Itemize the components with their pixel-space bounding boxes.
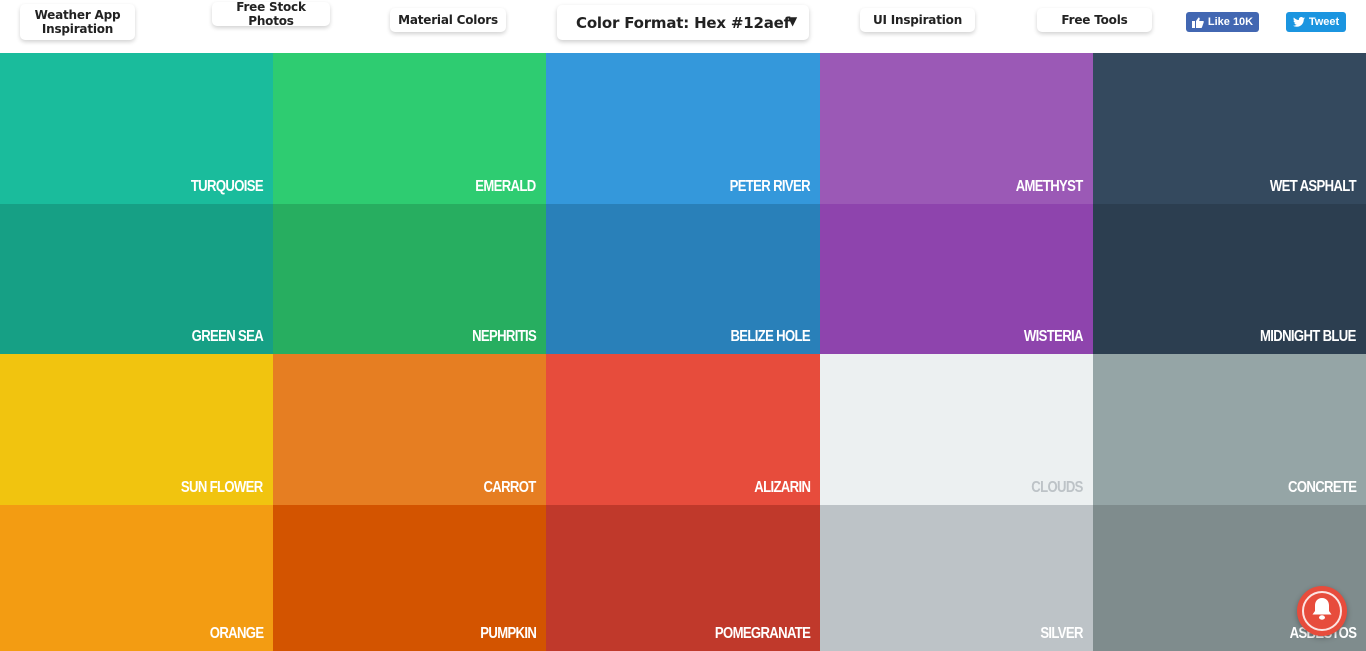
color-tile-pomegranate[interactable]: POMEGRANATE <box>546 505 820 651</box>
free-tools-button[interactable]: Free Tools <box>1037 8 1152 32</box>
color-name-label: PETER RIVER <box>729 178 811 195</box>
tweet-button[interactable]: Tweet <box>1286 12 1346 32</box>
color-name-label: TURQUOISE <box>190 178 264 195</box>
notification-bell-ring <box>1302 591 1342 631</box>
color-name-label: NEPHRITIS <box>471 328 537 345</box>
weather-app-inspiration-button[interactable]: Weather App Inspiration <box>20 4 135 40</box>
color-name-label: AMETHYST <box>1016 178 1084 195</box>
thumbs-up-icon <box>1191 17 1204 28</box>
dropdown-caret-icon: ▼ <box>787 14 797 28</box>
color-format-select[interactable]: Color Format: Hex #12aef ▼ <box>557 5 809 40</box>
color-tile-nephritis[interactable]: NEPHRITIS <box>273 204 546 354</box>
color-name-label: WET ASPHALT <box>1269 178 1357 195</box>
notification-bell-button[interactable] <box>1297 586 1347 636</box>
color-palette-grid: TURQUOISE EMERALD PETER RIVER AMETHYST WET A… <box>0 53 1366 651</box>
color-tile-belize-hole[interactable]: BELIZE HOLE <box>546 204 820 354</box>
color-name-label: MIDNIGHT BLUE <box>1260 328 1356 345</box>
color-tile-silver[interactable]: SILVER <box>820 505 1093 651</box>
free-stock-photos-label: Free Stock Photos <box>236 0 306 28</box>
color-tile-concrete[interactable]: CONCRETE <box>1093 354 1366 505</box>
material-colors-button[interactable]: Material Colors <box>390 8 506 32</box>
color-name-label: SILVER <box>1040 625 1084 642</box>
color-name-label: SUN FLOWER <box>181 479 263 496</box>
ui-inspiration-label: UI Inspiration <box>872 13 963 27</box>
tweet-label: Tweet <box>1308 16 1340 28</box>
color-name-label: CARROT <box>483 479 537 496</box>
color-tile-peter-river[interactable]: PETER RIVER <box>546 53 820 204</box>
color-name-label: PUMPKIN <box>480 625 537 642</box>
color-name-label: CLOUDS <box>1031 479 1084 496</box>
like-count-label: Like 10K <box>1207 16 1254 28</box>
color-tile-amethyst[interactable]: AMETHYST <box>820 53 1093 204</box>
color-name-label: BELIZE HOLE <box>730 328 810 345</box>
color-tile-clouds[interactable]: CLOUDS <box>820 354 1093 505</box>
color-name-label: CONCRETE <box>1287 479 1357 496</box>
color-name-label: WISTERIA <box>1024 328 1084 345</box>
color-tile-wisteria[interactable]: WISTERIA <box>820 204 1093 354</box>
color-tile-alizarin[interactable]: ALIZARIN <box>546 354 820 505</box>
weather-app-inspiration-label: Weather App Inspiration <box>34 8 121 36</box>
color-tile-midnight-blue[interactable]: MIDNIGHT BLUE <box>1093 204 1366 354</box>
color-name-label: ALIZARIN <box>754 479 811 496</box>
free-stock-photos-button[interactable]: Free Stock Photos <box>212 0 330 28</box>
free-tools-label: Free Tools <box>1061 13 1128 27</box>
color-tile-turquoise[interactable]: TURQUOISE <box>0 53 273 204</box>
twitter-bird-icon <box>1292 17 1305 27</box>
bell-icon <box>1311 597 1333 625</box>
color-format-label: Color Format: Hex #12aef <box>576 13 790 32</box>
color-name-label: POMEGRANATE <box>714 625 811 642</box>
facebook-like-button[interactable]: Like 10K <box>1186 12 1259 32</box>
color-tile-sun-flower[interactable]: SUN FLOWER <box>0 354 273 505</box>
ui-inspiration-button[interactable]: UI Inspiration <box>860 8 975 32</box>
color-tile-wet-asphalt[interactable]: WET ASPHALT <box>1093 53 1366 204</box>
color-tile-orange[interactable]: ORANGE <box>0 505 273 651</box>
color-name-label: EMERALD <box>475 178 537 195</box>
material-colors-label: Material Colors <box>398 13 498 27</box>
color-tile-pumpkin[interactable]: PUMPKIN <box>273 505 546 651</box>
color-tile-emerald[interactable]: EMERALD <box>273 53 546 204</box>
top-navigation-bar: Weather App Inspiration Free Stock Photo… <box>0 0 1366 53</box>
color-name-label: ORANGE <box>209 625 263 642</box>
color-tile-carrot[interactable]: CARROT <box>273 354 546 505</box>
color-name-label: GREEN SEA <box>191 328 264 345</box>
color-tile-green-sea[interactable]: GREEN SEA <box>0 204 273 354</box>
